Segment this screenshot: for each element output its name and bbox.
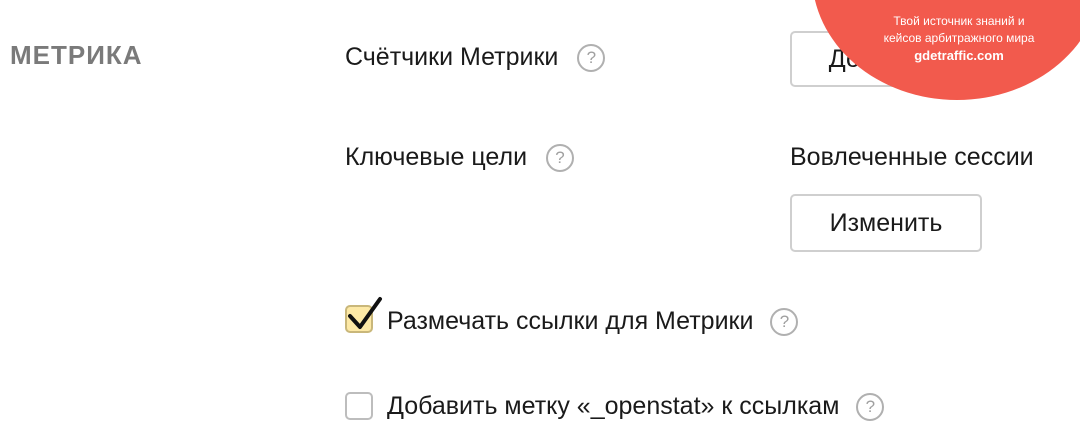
question-circle-icon[interactable]: ? [577,44,606,73]
promo-line-1: Твой источник знаний и [893,14,1025,28]
counters-row: Счётчики Метрики ? [345,43,606,73]
goals-label: Ключевые цели [345,143,528,171]
promo-brand[interactable]: gdetraffic.com [849,48,1069,63]
mark-links-row: Размечать ссылки для Метрики ? [387,307,799,337]
openstat-checkbox[interactable] [345,392,373,420]
openstat-label[interactable]: Добавить метку «_openstat» к ссылкам [387,392,839,420]
mark-links-label[interactable]: Размечать ссылки для Метрики [387,307,753,335]
question-circle-icon[interactable]: ? [770,308,799,337]
openstat-row: Добавить метку «_openstat» к ссылкам ? [387,392,885,422]
change-goals-button[interactable]: Изменить [790,194,982,252]
counters-label: Счётчики Метрики [345,43,559,71]
promo-line-2: кейсов арбитражного мира [883,31,1035,45]
goals-value: Вовлеченные сессии [790,143,1034,171]
question-circle-icon[interactable]: ? [546,144,574,173]
question-circle-icon[interactable]: ? [856,393,885,422]
section-title: МЕТРИКА [10,40,143,70]
checkmark-icon [348,297,382,329]
goals-row: Ключевые цели ? [345,143,574,173]
